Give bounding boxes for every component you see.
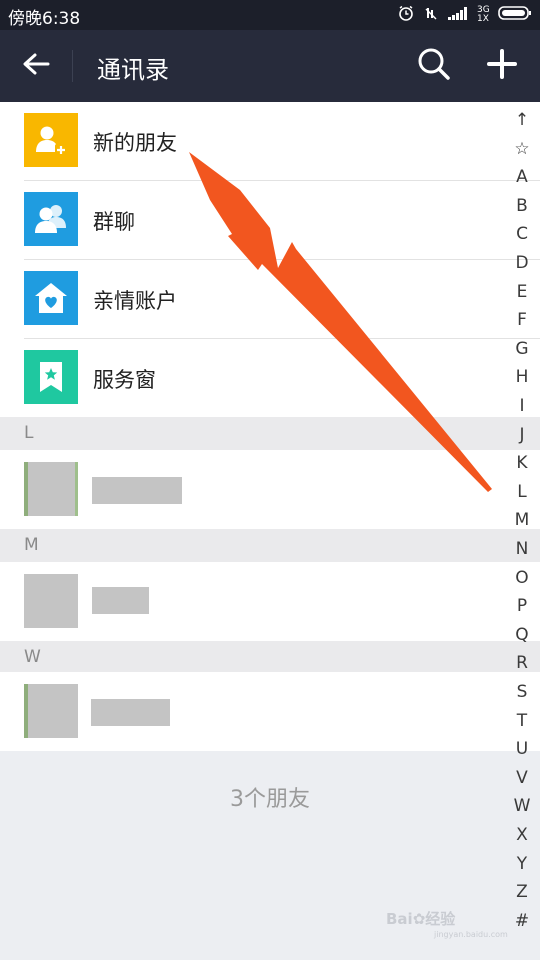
friend-count: 3个朋友 [230, 787, 310, 812]
family-home-icon [24, 271, 78, 325]
avatar [24, 684, 78, 738]
index-letter[interactable]: ☆ [505, 139, 539, 159]
contact-item[interactable] [0, 562, 540, 641]
search-button[interactable] [412, 46, 456, 86]
index-letter[interactable]: B [505, 196, 539, 216]
watermark-url: jingyan.baidu.com [434, 930, 508, 939]
index-letter[interactable]: Q [505, 625, 539, 645]
service-bookmark-icon [24, 350, 78, 404]
signal-slash-icon [423, 5, 439, 25]
index-letter[interactable]: O [505, 568, 539, 588]
index-letter[interactable]: K [505, 453, 539, 473]
watermark-text: Bai✿经验 [386, 910, 456, 928]
alarm-icon [398, 5, 414, 25]
index-letter[interactable]: Z [505, 882, 539, 902]
index-letter[interactable]: J [505, 425, 539, 445]
alphabet-index[interactable]: ↑ ☆ A B C D E F G H I J K L M N O P Q R S T U V W X Y Z # [505, 110, 539, 940]
contact-name-blurred [91, 699, 170, 726]
avatar [24, 462, 78, 516]
feature-list: 新的朋友 群聊 亲情账户 服务窗 [0, 102, 540, 418]
section-letter: M [24, 535, 39, 555]
index-letter[interactable]: D [505, 253, 539, 273]
family-account-item[interactable]: 亲情账户 [0, 260, 540, 339]
index-letter[interactable]: T [505, 711, 539, 731]
contact-item[interactable] [0, 450, 540, 529]
section-letter: L [24, 423, 34, 443]
nav-bar: 通讯录 [0, 30, 540, 102]
index-letter[interactable]: L [505, 482, 539, 502]
section-header-l: L [0, 417, 540, 450]
status-time: 傍晚6:38 [8, 9, 81, 29]
index-letter[interactable]: M [505, 510, 539, 530]
contact-item[interactable] [0, 672, 540, 751]
battery-icon [498, 5, 532, 25]
index-letter[interactable]: Y [505, 854, 539, 874]
new-friends-item[interactable]: 新的朋友 [0, 102, 540, 181]
index-letter[interactable]: P [505, 596, 539, 616]
status-icons: 3G 1X [398, 5, 532, 25]
index-letter[interactable]: U [505, 739, 539, 759]
page-title: 通讯录 [97, 56, 169, 84]
add-friend-icon [24, 113, 78, 167]
baidu-watermark: Bai✿经验 jingyan.baidu.com [386, 904, 516, 944]
index-letter[interactable]: W [505, 796, 539, 816]
index-letter[interactable]: R [505, 653, 539, 673]
index-letter[interactable]: F [505, 310, 539, 330]
signal-bars-icon [448, 6, 468, 25]
nav-divider [72, 50, 73, 82]
contact-name-blurred [92, 477, 182, 504]
index-letter[interactable]: H [505, 367, 539, 387]
group-chat-label: 群聊 [93, 210, 135, 234]
back-button[interactable] [14, 46, 58, 86]
index-letter[interactable]: A [505, 167, 539, 187]
avatar [24, 574, 78, 628]
plus-icon [487, 49, 517, 83]
arrow-left-icon [22, 52, 50, 80]
service-window-label: 服务窗 [93, 368, 156, 392]
section-header-w: W [0, 641, 540, 674]
index-letter[interactable]: G [505, 339, 539, 359]
index-letter[interactable]: S [505, 682, 539, 702]
index-letter[interactable]: V [505, 768, 539, 788]
index-letter[interactable]: I [505, 396, 539, 416]
new-friends-label: 新的朋友 [93, 131, 177, 155]
index-letter[interactable]: X [505, 825, 539, 845]
index-letter[interactable]: C [505, 224, 539, 244]
index-letter[interactable]: N [505, 539, 539, 559]
family-account-label: 亲情账户 [93, 289, 177, 313]
section-header-m: M [0, 529, 540, 562]
service-window-item[interactable]: 服务窗 [0, 339, 540, 418]
index-letter[interactable]: ↑ [505, 110, 539, 130]
group-chat-item[interactable]: 群聊 [0, 181, 540, 260]
search-icon [417, 47, 451, 85]
status-bar: 傍晚6:38 3G 1X [0, 0, 540, 30]
index-letter[interactable]: E [505, 282, 539, 302]
network-type: 3G 1X [477, 5, 490, 24]
contact-name-blurred [92, 587, 149, 614]
section-letter: W [24, 647, 41, 667]
add-button[interactable] [480, 46, 524, 86]
group-chat-icon [24, 192, 78, 246]
